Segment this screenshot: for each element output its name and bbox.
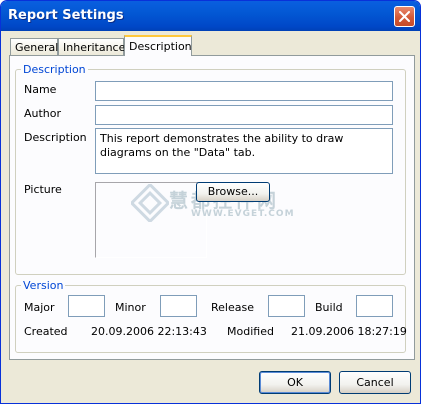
close-icon bbox=[399, 11, 410, 22]
author-label: Author bbox=[24, 107, 62, 120]
name-input[interactable] bbox=[95, 81, 393, 101]
created-value: 20.09.2006 22:13:43 bbox=[91, 325, 207, 338]
watermark-logo bbox=[131, 184, 169, 222]
modified-value: 21.09.2006 18:27:19 bbox=[291, 325, 407, 338]
browse-button[interactable]: Browse... bbox=[196, 182, 270, 202]
minor-label: Minor bbox=[115, 301, 146, 314]
report-settings-dialog: Report Settings General Inheritance Desc… bbox=[0, 0, 421, 404]
release-input[interactable] bbox=[268, 295, 305, 317]
name-label: Name bbox=[24, 83, 57, 96]
build-label: Build bbox=[315, 301, 343, 314]
minor-input[interactable] bbox=[160, 295, 197, 317]
tab-inheritance[interactable]: Inheritance bbox=[58, 38, 125, 55]
cancel-button[interactable]: Cancel bbox=[339, 371, 411, 394]
ok-button[interactable]: OK bbox=[259, 371, 331, 394]
window-title: Report Settings bbox=[8, 8, 124, 23]
build-input[interactable] bbox=[356, 295, 393, 317]
tab-general[interactable]: General bbox=[10, 38, 58, 55]
version-group-legend: Version bbox=[23, 279, 64, 292]
major-label: Major bbox=[24, 301, 55, 314]
close-button[interactable] bbox=[394, 6, 415, 27]
major-input[interactable] bbox=[68, 295, 105, 317]
release-label: Release bbox=[211, 301, 254, 314]
description-label: Description bbox=[24, 131, 87, 144]
description-group-legend: Description bbox=[23, 63, 86, 76]
watermark-url: WWW.EVGET.COM bbox=[191, 209, 295, 219]
title-bar[interactable]: Report Settings bbox=[1, 1, 420, 31]
created-label: Created bbox=[24, 325, 68, 338]
description-textarea[interactable]: This report demonstrates the ability to … bbox=[95, 128, 393, 174]
picture-label: Picture bbox=[24, 183, 62, 196]
modified-label: Modified bbox=[227, 325, 274, 338]
author-input[interactable] bbox=[95, 105, 393, 125]
tab-description[interactable]: Description bbox=[124, 35, 192, 56]
